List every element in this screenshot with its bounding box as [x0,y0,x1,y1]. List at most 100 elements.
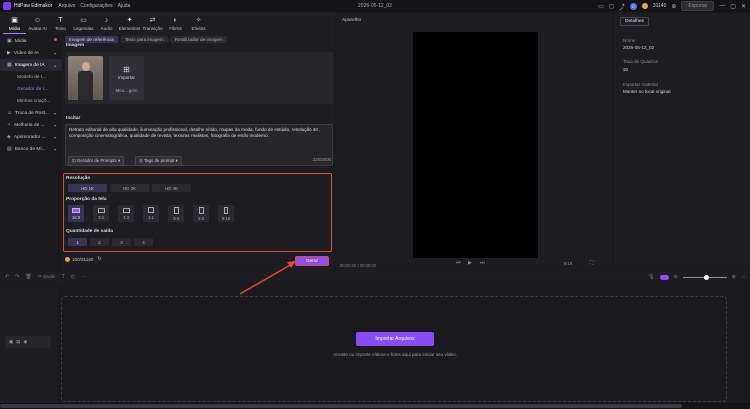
zoom-slider[interactable] [682,274,727,280]
ratio-16-9-icon [72,207,80,213]
aspect-option-16-9[interactable]: 16:9 [68,205,84,222]
delete-icon[interactable]: 🗑 [25,274,31,280]
play-icon[interactable]: ▶ [468,260,472,266]
credit-balance: 100/31140 ↻ [65,256,102,262]
prompt-tags-button[interactable]: ◎ Tags de prompt ▾ [135,156,182,166]
timeline-scrollbar[interactable] [0,403,750,409]
sidebar-item-label: Banco de Mí... [14,146,46,152]
import-image-card[interactable]: ⊞ Importar Meu....gem [109,56,144,100]
aspect-option-2-3[interactable]: 2:3 [193,205,209,222]
undo-icon[interactable]: ↶ [5,274,9,280]
sidebar-item-face-swap[interactable]: ☺ Troca de Rost... ▾ [0,107,62,119]
aspect-option-3-2[interactable]: 3:2 [93,205,109,222]
import-files-button[interactable]: Importar Arquivos [356,332,434,346]
toolbar-tab-text[interactable]: T Texto [49,14,72,34]
toolbar-tab-elements[interactable]: ✦ Elementos [118,14,141,34]
toolbar-tab-audio[interactable]: ♪ Áudio [95,14,118,34]
zoom-out-icon[interactable]: ⊖ [674,274,678,280]
tab-reference-image[interactable]: Imagem de referência [65,36,118,43]
toolbar-tab-effects[interactable]: ✧ Efeitos [187,14,210,34]
share-icon[interactable]: ⤴ [619,2,625,11]
menu-configuracoes[interactable]: Configurações [80,3,112,9]
skip-back-icon[interactable]: ⏮ [456,260,461,266]
menu-ajuda[interactable]: Ajuda [118,3,131,9]
aspect-option-4-3[interactable]: 4:3 [118,205,134,222]
timeline-toolbar: ↶ ↷ 🗑 ✂ Dividir T ◴ ⋯ 🎙 ⊖ ⊕ ⇔ [0,271,750,283]
timeline-drop-zone[interactable]: Importar Arquivos Arraste ou importe víd… [61,296,727,402]
fit-icon[interactable]: ⇔ [741,274,746,280]
quantity-option-2[interactable]: 2 [90,238,109,246]
aspect-option-1-1[interactable]: 1:1 [143,205,159,222]
notification-icon[interactable]: ◻ [609,3,614,10]
prompt-generator-button[interactable]: ⊡ Gerador de Prompts ▾ [68,156,125,166]
monitor-icon[interactable]: ▭ [598,3,604,10]
export-button[interactable]: Exportar [681,1,715,11]
toolbar-tab-label: Elementos [118,26,141,31]
toolbar-tab-media[interactable]: ▣ Mídia [3,14,26,34]
user-avatar[interactable]: C [629,2,637,10]
sidebar-subitem-model[interactable]: Modelo de I... [0,71,62,83]
tab-text-to-image[interactable]: Texto para imagem [120,36,168,43]
more-icon[interactable]: ⋯ [81,274,86,280]
toolbar-tab-avatar[interactable]: ☺ Avatar AI [26,14,49,34]
sidebar-subitem-my-creations[interactable]: Minhas criaçõ... [0,95,62,107]
aspect-option-9-16[interactable]: 9:16 [218,205,234,222]
aspect-label: 3:4 [173,215,179,221]
toolbar-tab-transition[interactable]: ⇄ Transição [141,14,164,34]
aspect-option-3-4[interactable]: 3:4 [168,205,184,222]
filters-icon: ◐ [173,17,178,24]
sidebar-item-ai-video[interactable]: ▶ Vídeo de IA ▾ [0,47,62,59]
toolbar-tab-filters[interactable]: ◐ Filtros [164,14,187,34]
sidebar-item-enhancer[interactable]: ◈ Aprimorador ... ▾ [0,131,62,143]
subtitles-icon: ▭ [80,17,87,24]
menu-arquivo[interactable]: Arquivo [58,3,75,9]
close-icon[interactable]: ✕ [741,3,746,10]
quantity-option-3[interactable]: 3 [112,238,131,246]
sidebar-item-media-bank[interactable]: ▤ Banco de Mí... ▾ [0,143,62,155]
lock-icon[interactable]: ▤ [16,339,20,345]
face-icon: ☺ [7,110,13,116]
minimize-icon[interactable]: — [719,3,725,9]
skip-forward-icon[interactable]: ⏭ [480,260,485,266]
magnet-toggle[interactable] [659,274,669,280]
zoom-slider-knob[interactable] [703,274,709,280]
preview-canvas[interactable] [413,32,538,258]
details-panel: Detalhes Nome 2026-05-12_02 Taxa de Quad… [614,14,750,270]
quantity-option-1[interactable]: 1 [68,238,87,246]
resolution-option-4k[interactable]: HD 4K [152,184,191,192]
tab-image-restyler[interactable]: Restilizador de imagem [170,36,227,43]
add-credits-icon[interactable]: ⊕ [671,3,676,10]
sidebar-subitem-generator[interactable]: Gerador de I... [0,83,62,95]
generate-button[interactable]: Gerar [295,256,329,266]
toolbar-tab-label: Filtros [169,26,182,31]
camera-icon[interactable]: ▣ [9,339,13,345]
resolution-option-1k[interactable]: HD 1K [68,184,107,192]
visibility-icon[interactable]: ◉ [23,339,27,345]
refresh-icon[interactable]: ↻ [97,256,101,262]
notification-dot [54,38,57,41]
zoom-in-icon[interactable]: ⊕ [732,274,736,280]
sidebar-item-enhance[interactable]: ✧ Melhoria de ... ▾ [0,119,62,131]
split-label: Dividir [43,274,56,279]
fullscreen-icon[interactable]: ⛶ [590,260,594,266]
preview-panel: Aparelho 00:00:00 | 00:00:00 ⏮ ▶ ⏭ 9:16 … [336,14,612,270]
credit-balance-value: 100/31140 [72,256,94,262]
tab-details[interactable]: Detalhes [620,17,649,26]
speed-icon[interactable]: ◴ [71,274,75,280]
sidebar-item-ai-image[interactable]: ▦ Imagem de IA ▴ [0,59,62,71]
generation-settings: Resolução HD 1K HD 2K HD 4K Proporção da… [63,173,332,252]
toolbar-tab-label: Efeitos [191,26,206,31]
reference-image-thumbnail[interactable] [68,56,103,100]
microphone-icon[interactable]: 🎙 [648,274,654,280]
redo-icon[interactable]: ↷ [15,274,19,280]
preview-ratio[interactable]: 9:16 [564,261,572,266]
timeline-scroll-thumb[interactable] [0,404,682,408]
resolution-option-2k[interactable]: HD 2K [110,184,149,192]
sidebar-item-media[interactable]: ▣ Mídia [0,35,62,47]
toolbar-tab-subtitles[interactable]: ▭ Legendas [72,14,95,34]
text-tool-icon[interactable]: T [62,274,65,280]
mode-tabs: Imagem de referência Texto para imagem R… [65,36,227,43]
quantity-option-4[interactable]: 4 [134,238,153,246]
split-button[interactable]: ✂ Dividir [38,274,56,280]
maximize-icon[interactable]: ▢ [730,3,736,10]
